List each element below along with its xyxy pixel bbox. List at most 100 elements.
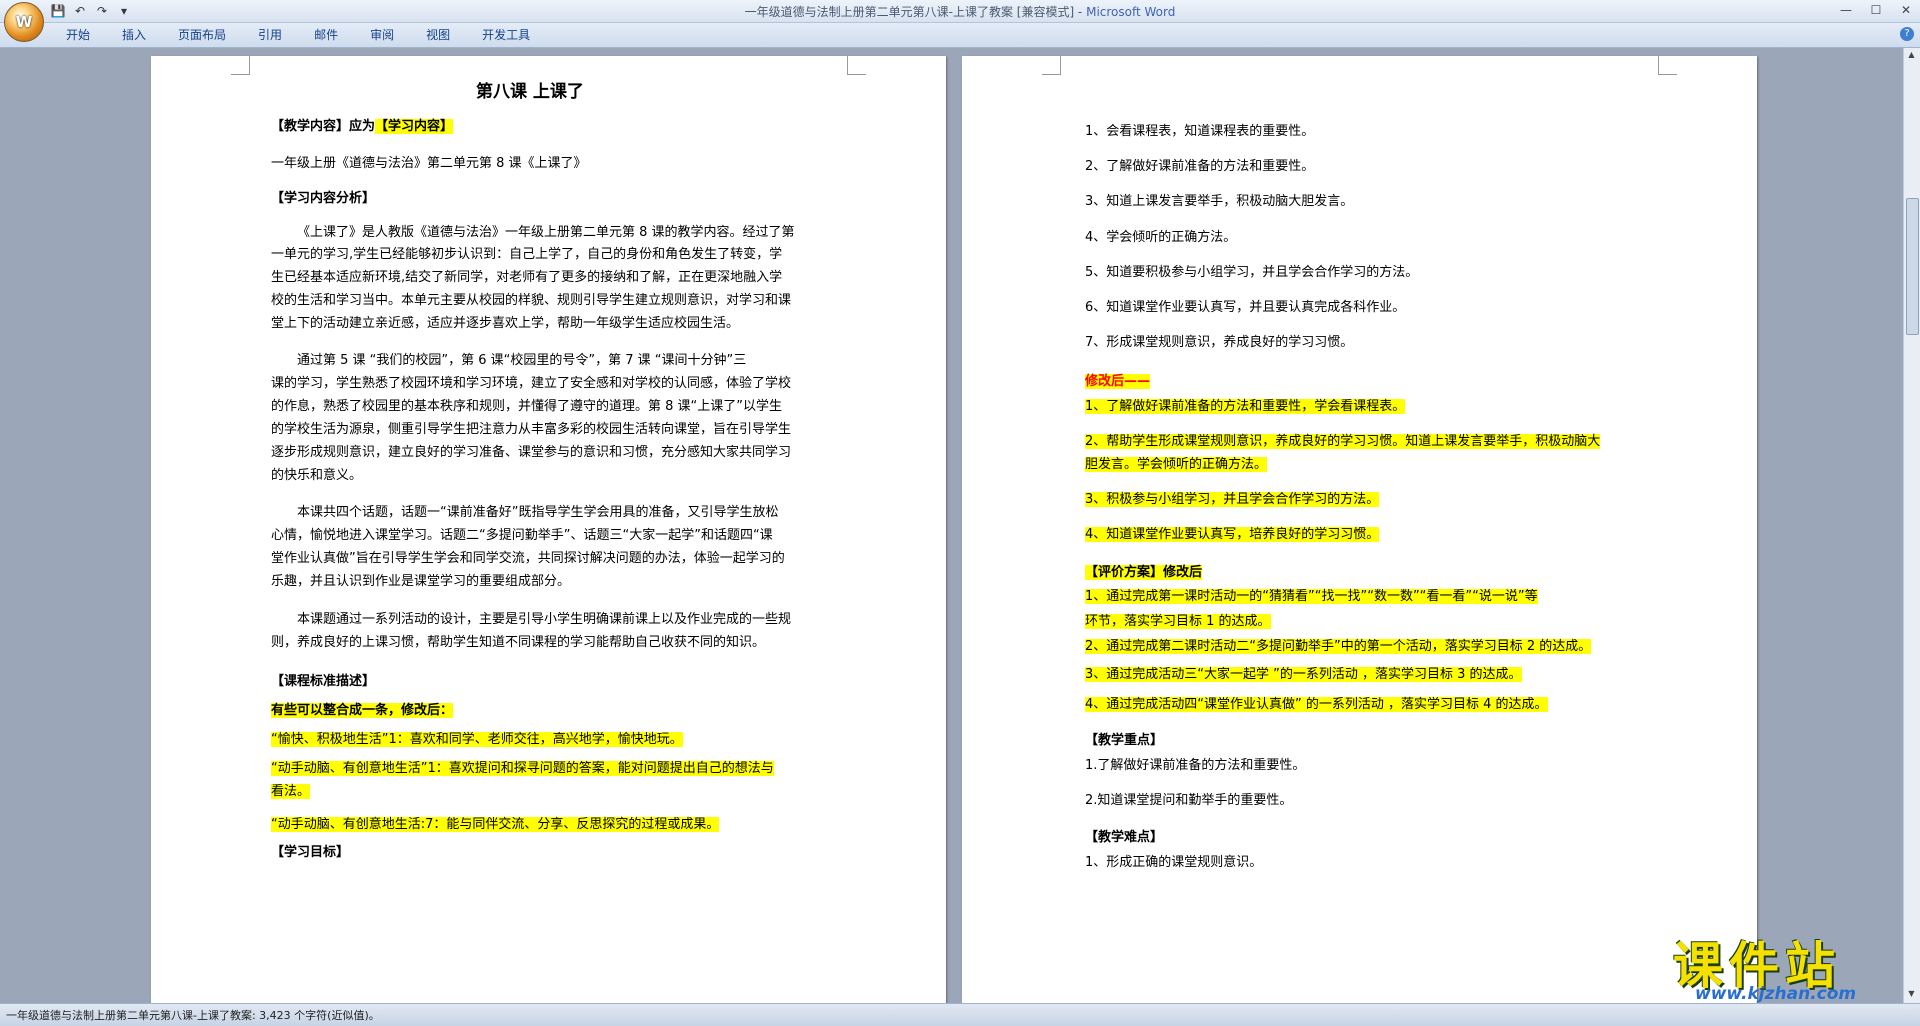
paragraph-line: 一单元的学习,学生已经能够初步认识到：自己上学了，自己的身份和角色发生了转变，学 xyxy=(271,246,782,264)
line-text: 逐步形成规则意识，建立良好的学习准备、课堂参与的意识和习惯，充分感知大家共同学习 xyxy=(271,445,792,460)
line-text: “动手动脑、有创意地生活”1：喜欢提问和探寻问题的答案，能对问题提出自己的想法与 xyxy=(271,761,774,776)
line-text: 堂上下的活动建立亲近感，适应并逐步喜欢上学，帮助一年级学生适应校园生活。 xyxy=(271,316,740,331)
line-text: 1、会看课程表，知道课程表的重要性。 xyxy=(1085,124,1315,139)
close-button[interactable]: ✕ xyxy=(1896,2,1916,18)
tab-home[interactable]: 开始 xyxy=(50,27,106,43)
paragraph-line: 则，养成良好的上课习惯，帮助学生知道不同课程的学习能帮助自己收获不同的知识。 xyxy=(271,634,765,652)
help-icon[interactable]: ? xyxy=(1900,27,1914,41)
tab-review[interactable]: 审阅 xyxy=(354,27,410,43)
maximize-button[interactable]: ☐ xyxy=(1866,2,1886,18)
paragraph-line: 堂上下的活动建立亲近感，适应并逐步喜欢上学，帮助一年级学生适应校园生活。 xyxy=(271,315,739,333)
paragraph-line: 1、会看课程表，知道课程表的重要性。 xyxy=(1085,123,1314,141)
app-name: Microsoft Word xyxy=(1086,5,1176,19)
highlighted-inline-text: 【学习内容】 xyxy=(375,119,454,134)
paragraph-line: 《上课了》是人教版《道德与法治》一年级上册第二单元第 8 课的教学内容。经过了第 xyxy=(297,224,795,242)
margin-corner-mark xyxy=(847,56,866,75)
line-text: 1、了解做好课前准备的方法和重要性，学会看课程表。 xyxy=(1085,399,1406,414)
paragraph-line: “动手动脑、有创意地生活”1：喜欢提问和探寻问题的答案，能对问题提出自己的想法与 xyxy=(271,760,774,778)
paragraph-line: 【课程标准描述】 xyxy=(271,673,375,691)
minimize-button[interactable]: — xyxy=(1836,2,1856,18)
paragraph-line: 本课共四个话题，话题一“课前准备好”既指导学生学会用具的准备，又引导学生放松 xyxy=(297,504,778,522)
line-text: 6、知道课堂作业要认真写，并且要认真完成各科作业。 xyxy=(1085,300,1406,315)
line-text: 【学习目标】 xyxy=(271,845,350,860)
line-text: 【教学内容】应为 xyxy=(271,119,376,134)
line-text: 一单元的学习,学生已经能够初步认识到：自己上学了，自己的身份和角色发生了转变，学 xyxy=(271,247,783,262)
document-area: 第八课 上课了 【教学内容】应为【学习内容】 一年级上册《道德与法治》第二单元第 8… xyxy=(0,48,1904,1003)
line-text: 通过第 5 课 “我们的校园”，第 6 课“校园里的号令”，第 7 课 “课间十… xyxy=(297,353,747,368)
tab-page-layout[interactable]: 页面布局 xyxy=(162,27,242,43)
paragraph-line: 环节，落实学习目标 1 的达成。 xyxy=(1085,613,1271,631)
paragraph-line: 2、通过完成第二课时活动二“多提问勤举手”中的第一个活动，落实学习目标 2 的达… xyxy=(1085,638,1592,656)
scroll-thumb[interactable] xyxy=(1906,198,1919,335)
paragraph-line: 5、知道要积极参与小组学习，并且学会合作学习的方法。 xyxy=(1085,264,1418,282)
line-text: 心情，愉悦地进入课堂学习。话题二“多提问勤举手”、话题三“大家一起学”和话题四“… xyxy=(271,528,773,543)
paragraph-line: 一年级上册《道德与法治》第二单元第 8 课《上课了》 xyxy=(271,155,587,173)
paragraph-line: 【学习目标】 xyxy=(271,844,349,862)
line-text: 1、通过完成第一课时活动一的“猜猜看”“找一找”“数一数”“看一看”“说一说”等 xyxy=(1085,589,1538,604)
scroll-down-icon[interactable]: ▼ xyxy=(1906,989,1917,1001)
document-title: 一年级道德与法制上册第二单元第八课-上课了教案 [兼容模式] - xyxy=(744,5,1087,19)
paragraph-line: 7、形成课堂规则意识，养成良好的学习习惯。 xyxy=(1085,334,1353,352)
paragraph-line: 2.知道课堂提问和勤举手的重要性。 xyxy=(1085,792,1292,810)
line-text: 生已经基本适应新环境,结交了新同学，对老师有了更多的接纳和了解，正在更深地融入学 xyxy=(271,270,783,285)
paragraph-line: 通过第 5 课 “我们的校园”，第 6 课“校园里的号令”，第 7 课 “课间十… xyxy=(297,352,746,370)
paragraph-line: 1.了解做好课前准备的方法和重要性。 xyxy=(1085,757,1305,775)
paragraph-line: 【评价方案】修改后 xyxy=(1085,564,1203,582)
page-2[interactable]: 1、会看课程表，知道课程表的重要性。 2、了解做好课前准备的方法和重要性。 3、知道… xyxy=(962,56,1757,1003)
paragraph-line: 堂作业认真做”旨在引导学生学会和同学交流，共同探讨解决问题的办法，体验一起学习的 xyxy=(271,550,785,568)
line-text: 校的生活和学习当中。本单元主要从校园的样貌、规则引导学生建立规则意识，对学习和课 xyxy=(271,293,792,308)
paragraph-line: 胆发言。学会倾听的正确方法。 xyxy=(1085,456,1268,474)
line-text: 的学校生活为源泉，侧重引导学生把注意力从丰富多彩的校园生活转向课堂，旨在引导学生 xyxy=(271,422,792,437)
tab-developer[interactable]: 开发工具 xyxy=(466,27,546,43)
paragraph-line: 修改后—— xyxy=(1085,373,1151,391)
tab-mailings[interactable]: 邮件 xyxy=(298,27,354,43)
paragraph-line: 1、形成正确的课堂规则意识。 xyxy=(1085,854,1262,872)
title-bar: 💾 ↶ ↷ ▾ 一年级道德与法制上册第二单元第八课-上课了教案 [兼容模式] -… xyxy=(0,0,1920,23)
office-button[interactable]: W xyxy=(4,2,44,42)
line-text: 【教学难点】 xyxy=(1085,830,1164,845)
paragraph-line: 【教学重点】 xyxy=(1085,732,1163,750)
paragraph-line: 生已经基本适应新环境,结交了新同学，对老师有了更多的接纳和了解，正在更深地融入学 xyxy=(271,269,782,287)
window-title: 一年级道德与法制上册第二单元第八课-上课了教案 [兼容模式] - Microso… xyxy=(0,3,1920,20)
page-1[interactable]: 第八课 上课了 【教学内容】应为【学习内容】 一年级上册《道德与法治》第二单元第 8… xyxy=(151,56,946,1003)
line-text: “动手动脑、有创意地生活:7：能与同伴交流、分享、反思探究的过程或成果。 xyxy=(271,817,720,832)
line-text: 1.了解做好课前准备的方法和重要性。 xyxy=(1085,758,1306,773)
line-text: 本课共四个话题，话题一“课前准备好”既指导学生学会用具的准备，又引导学生放松 xyxy=(297,505,779,520)
line-text: 4、通过完成活动四“课堂作业认真做” 的一系列活动 ，落实学习目标 4 的达成。 xyxy=(1085,697,1548,712)
paragraph-line: 心情，愉悦地进入课堂学习。话题二“多提问勤举手”、话题三“大家一起学”和话题四“… xyxy=(271,527,773,545)
paragraph-line: 课的学习，学生熟悉了校园环境和学习环境，建立了安全感和对学校的认同感，体验了学校 xyxy=(271,375,791,393)
tab-view[interactable]: 视图 xyxy=(410,27,466,43)
line-text: 【课程标准描述】 xyxy=(271,674,376,689)
line-text: 修改后—— xyxy=(1085,374,1151,389)
margin-corner-mark xyxy=(1042,56,1061,75)
line-text: 3、积极参与小组学习，并且学会合作学习的方法。 xyxy=(1085,492,1380,507)
paragraph-line: 3、知道上课发言要举手，积极动脑大胆发言。 xyxy=(1085,193,1353,211)
scroll-up-icon[interactable]: ▲ xyxy=(1906,50,1917,62)
line-text: 5、知道要积极参与小组学习，并且学会合作学习的方法。 xyxy=(1085,265,1419,280)
tab-references[interactable]: 引用 xyxy=(242,27,298,43)
paragraph-line: “动手动脑、有创意地生活:7：能与同伴交流、分享、反思探究的过程或成果。 xyxy=(271,816,720,834)
line-text: 3、知道上课发言要举手，积极动脑大胆发言。 xyxy=(1085,194,1354,209)
paragraph-line: 看法。 xyxy=(271,783,311,801)
paragraph-line: 【教学内容】应为【学习内容】 xyxy=(271,118,454,136)
line-text: 看法。 xyxy=(271,784,311,799)
site-watermark-logo: 课件站 www.kjzhan.com xyxy=(1665,926,1905,1006)
margin-corner-mark xyxy=(231,56,250,75)
line-text: 一年级上册《道德与法治》第二单元第 8 课《上课了》 xyxy=(271,156,587,171)
paragraph-line: 6、知道课堂作业要认真写，并且要认真完成各科作业。 xyxy=(1085,299,1405,317)
paragraph-line: 乐趣，并且认识到作业是课堂学习的重要组成部分。 xyxy=(271,573,570,591)
tab-insert[interactable]: 插入 xyxy=(106,27,162,43)
line-text: 2.知道课堂提问和勤举手的重要性。 xyxy=(1085,793,1293,808)
paragraph-line: “愉快、积极地生活”1：喜欢和同学、老师交往，高兴地学，愉快地玩。 xyxy=(271,731,683,749)
line-text: 的快乐和意义。 xyxy=(271,468,363,483)
line-text: 7、形成课堂规则意识，养成良好的学习习惯。 xyxy=(1085,335,1354,350)
line-text: 本课题通过一系列活动的设计，主要是引导小学生明确课前课上以及作业完成的一些规 xyxy=(297,612,792,627)
window-controls: — ☐ ✕ xyxy=(1836,2,1916,18)
ribbon-tabs: 开始 插入 页面布局 引用 邮件 审阅 视图 开发工具 xyxy=(50,27,546,43)
paragraph-line: 的作息，熟悉了校园里的基本秩序和规则，并懂得了遵守的道理。第 8 课“上课了”以… xyxy=(271,398,782,416)
vertical-scrollbar[interactable]: ▲ ▼ xyxy=(1903,48,1920,1003)
line-text: 乐趣，并且认识到作业是课堂学习的重要组成部分。 xyxy=(271,574,571,589)
line-text: 3、通过完成活动三“大家一起学 ”的一系列活动 ，落实学习目标 3 的达成。 xyxy=(1085,667,1522,682)
line-text: 胆发言。学会倾听的正确方法。 xyxy=(1085,457,1268,472)
line-text: 2、帮助学生形成课堂规则意识，养成良好的学习习惯。知道上课发言要举手，积极动脑大 xyxy=(1085,434,1601,449)
